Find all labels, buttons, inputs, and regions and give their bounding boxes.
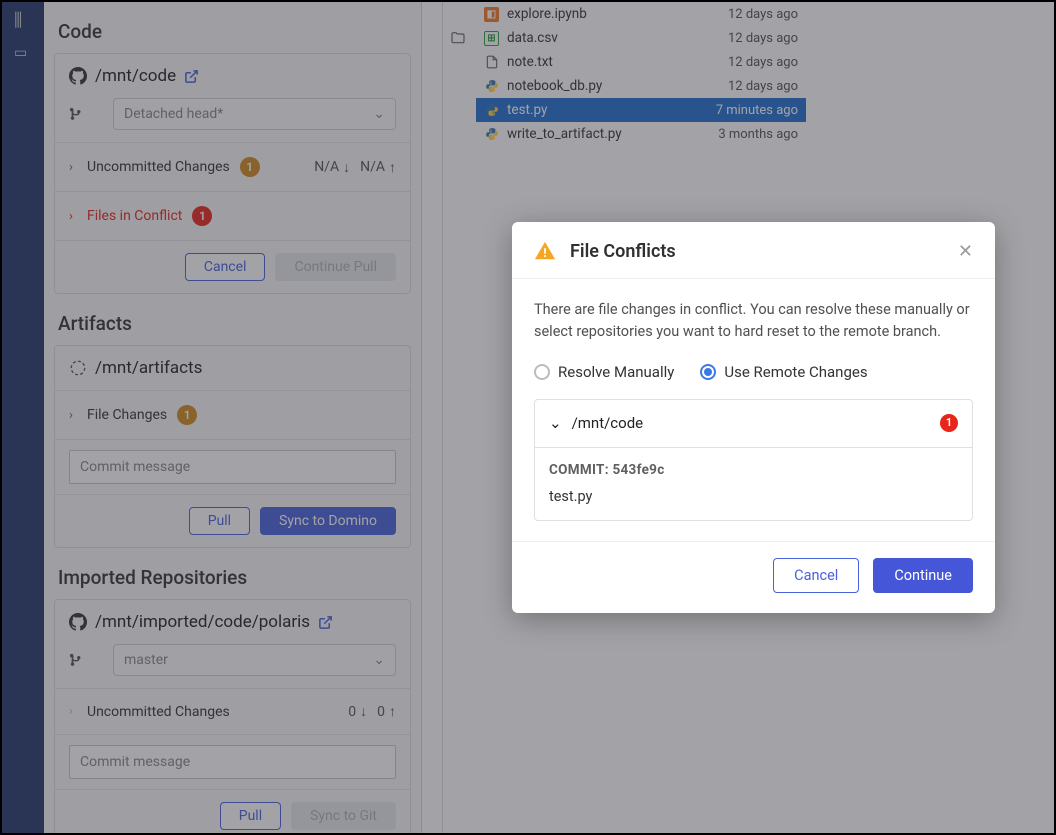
commit-hash-label: COMMIT: 543fe9c <box>549 460 958 480</box>
conflict-file: test.py <box>549 486 958 508</box>
modal-header: File Conflicts ✕ <box>512 222 995 279</box>
conflict-repo-body: COMMIT: 543fe9c test.py <box>535 447 972 520</box>
modal-title: File Conflicts <box>570 241 676 262</box>
radio-icon <box>700 364 716 380</box>
modal-cancel-button[interactable]: Cancel <box>773 558 859 593</box>
radio-remote-label: Use Remote Changes <box>724 361 867 384</box>
warning-icon <box>534 240 556 262</box>
chevron-down-icon: ⌄ <box>549 412 562 435</box>
radio-manual-label: Resolve Manually <box>558 361 674 384</box>
modal-continue-button[interactable]: Continue <box>873 558 973 593</box>
radio-group: Resolve Manually Use Remote Changes <box>534 361 973 384</box>
radio-use-remote[interactable]: Use Remote Changes <box>700 361 867 384</box>
close-icon[interactable]: ✕ <box>958 241 973 262</box>
conflict-repo-head[interactable]: ⌄ /mnt/code 1 <box>535 400 972 447</box>
conflict-repo-path: /mnt/code <box>572 412 644 435</box>
conflict-repo-badge: 1 <box>940 414 958 432</box>
file-conflicts-modal: File Conflicts ✕ There are file changes … <box>512 222 995 613</box>
modal-footer: Cancel Continue <box>512 541 995 613</box>
modal-body: There are file changes in conflict. You … <box>512 279 995 541</box>
radio-resolve-manually[interactable]: Resolve Manually <box>534 361 674 384</box>
conflict-repo-box: ⌄ /mnt/code 1 COMMIT: 543fe9c test.py <box>534 399 973 521</box>
radio-icon <box>534 364 550 380</box>
modal-description: There are file changes in conflict. You … <box>534 299 973 343</box>
